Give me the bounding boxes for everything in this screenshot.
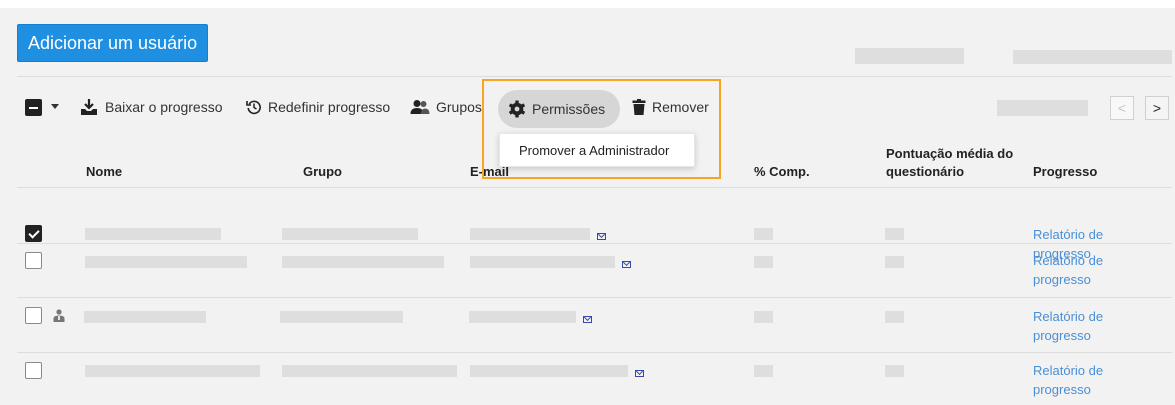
redacted-quiz-score: [885, 228, 904, 240]
column-header-completion[interactable]: % Comp.: [754, 163, 810, 180]
redacted-name: [85, 228, 221, 240]
reset-progress-button[interactable]: Redefinir progresso: [246, 95, 390, 119]
redacted-group: [282, 228, 418, 240]
column-header-progress[interactable]: Progresso: [1033, 163, 1097, 180]
row-checkbox[interactable]: [25, 252, 42, 269]
progress-report-link[interactable]: Relatório de progresso: [1033, 251, 1143, 289]
admin-icon: [53, 309, 65, 322]
column-header-group[interactable]: Grupo: [303, 163, 342, 180]
groups-icon: [410, 100, 430, 114]
previous-page-button[interactable]: <: [1110, 96, 1134, 120]
permissions-button[interactable]: Permissões: [498, 90, 620, 128]
redacted-name: [84, 311, 206, 323]
row-checkbox[interactable]: [25, 307, 42, 324]
row-divider: [17, 297, 1172, 298]
groups-label: Grupos: [436, 99, 482, 115]
row-divider: [17, 352, 1172, 353]
progress-report-link[interactable]: Relatório de progresso: [1033, 307, 1143, 345]
user-management-panel: [0, 8, 1175, 405]
header-divider: [17, 187, 1172, 188]
mail-icon[interactable]: [622, 261, 631, 268]
reset-icon: [246, 100, 261, 115]
redacted-email: [469, 311, 576, 323]
redacted-email: [470, 228, 590, 240]
mail-icon[interactable]: [583, 316, 592, 323]
redacted-completion: [754, 256, 773, 268]
redacted-quiz-score: [885, 311, 904, 323]
column-header-quiz-line1[interactable]: Pontuação média do: [886, 145, 1013, 162]
redacted-group: [282, 365, 457, 377]
add-user-button[interactable]: Adicionar um usuário: [17, 24, 209, 62]
redacted-placeholder: [1013, 50, 1172, 64]
remove-label: Remover: [652, 99, 709, 115]
gear-icon: [509, 100, 525, 118]
trash-icon: [632, 99, 646, 115]
redacted-completion: [754, 365, 773, 377]
permissions-label: Permissões: [532, 101, 606, 117]
promote-to-admin-menu-item[interactable]: Promover a Administrador: [499, 133, 695, 167]
progress-report-link-line2: progresso: [1033, 328, 1091, 343]
download-progress-label: Baixar o progresso: [105, 99, 223, 115]
redacted-name: [85, 256, 247, 268]
redacted-quiz-score: [885, 365, 904, 377]
redacted-email: [470, 365, 628, 377]
redacted-name: [85, 365, 260, 377]
header-divider: [17, 76, 1172, 77]
column-header-quiz-line2[interactable]: questionário: [886, 163, 964, 180]
progress-report-link-line2: progresso: [1033, 272, 1091, 287]
progress-report-link[interactable]: Relatório de progresso: [1033, 361, 1143, 399]
redacted-completion: [754, 311, 773, 323]
mail-icon[interactable]: [597, 233, 606, 240]
redacted-group: [280, 311, 403, 323]
download-icon: [81, 99, 97, 115]
remove-button[interactable]: Remover: [632, 95, 709, 119]
row-divider: [17, 243, 1172, 244]
progress-report-link-line1: Relatório de: [1033, 227, 1104, 242]
progress-report-link-line1: Relatório de: [1033, 363, 1104, 378]
redacted-placeholder: [855, 48, 964, 64]
reset-progress-label: Redefinir progresso: [268, 99, 391, 115]
redacted-placeholder: [997, 100, 1088, 116]
groups-button[interactable]: Grupos: [410, 95, 482, 119]
redacted-group: [282, 256, 444, 268]
download-progress-button[interactable]: Baixar o progresso: [79, 95, 223, 119]
progress-report-link-line1: Relatório de: [1033, 253, 1104, 268]
progress-report-link-line1: Relatório de: [1033, 309, 1104, 324]
row-checkbox[interactable]: [25, 362, 42, 379]
progress-report-link-line2: progresso: [1033, 382, 1091, 397]
caret-down-icon[interactable]: [51, 104, 59, 109]
redacted-completion: [754, 228, 773, 240]
redacted-email: [470, 256, 615, 268]
row-checkbox[interactable]: [25, 225, 42, 242]
redacted-quiz-score: [885, 256, 904, 268]
next-page-button[interactable]: >: [1145, 96, 1169, 120]
mail-icon[interactable]: [635, 370, 644, 377]
column-header-name[interactable]: Nome: [86, 163, 122, 180]
select-all-checkbox[interactable]: [25, 99, 42, 116]
